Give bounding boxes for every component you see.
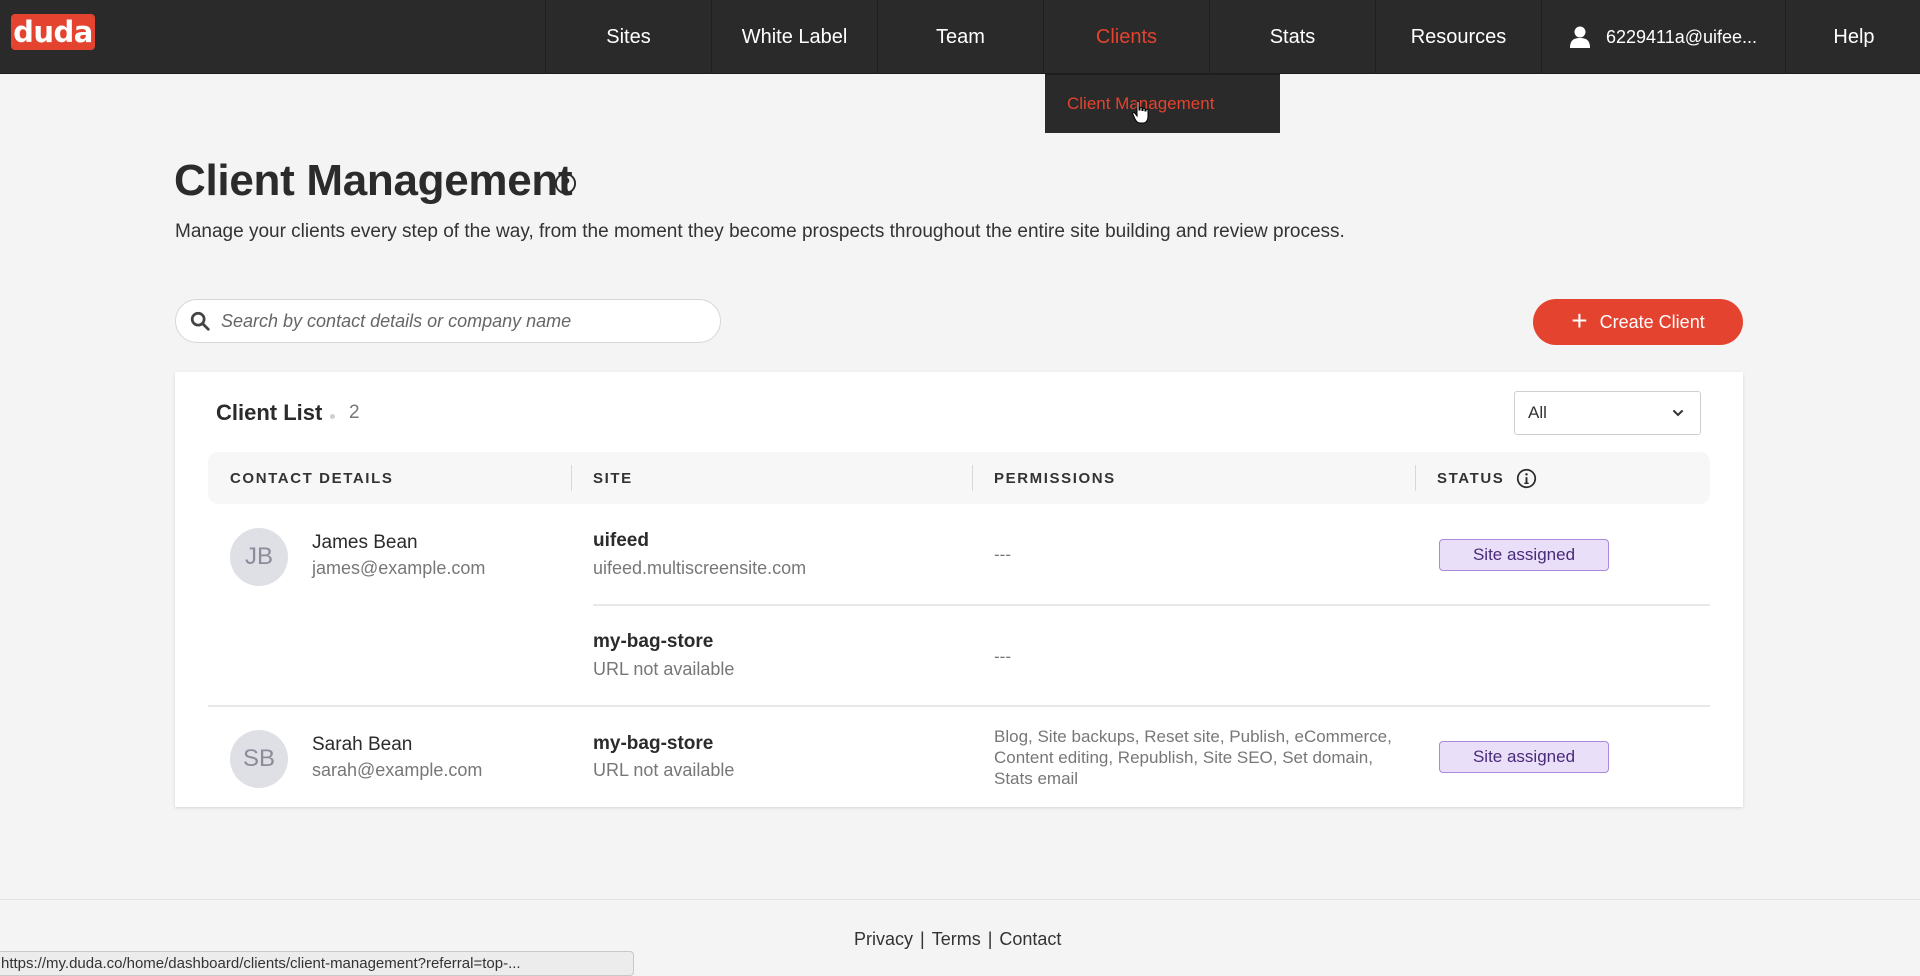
client-name: James Bean xyxy=(312,532,418,553)
nav-items: Sites White Label Team Clients Stats Res… xyxy=(545,0,1920,74)
page-subtitle: Manage your clients every step of the wa… xyxy=(175,221,1345,242)
user-icon xyxy=(1569,26,1590,48)
status-badge: Site assigned xyxy=(1439,539,1609,571)
site-permissions: Blog, Site backups, Reset site, Publish,… xyxy=(994,727,1392,788)
footer-link-privacy[interactable]: Privacy xyxy=(854,929,913,950)
client-email: james@example.com xyxy=(312,558,486,578)
footer-divider xyxy=(0,899,1920,900)
column-header-site[interactable]: SITE xyxy=(593,452,633,504)
column-header-contact-details[interactable]: CONTACT DETAILS xyxy=(230,452,393,504)
table-header: CONTACT DETAILS SITE PERMISSIONS STATUS xyxy=(208,452,1710,504)
client-list-title: Client List xyxy=(216,400,323,425)
search-icon xyxy=(190,311,210,331)
row-divider xyxy=(208,705,1710,707)
status-header-label: STATUS xyxy=(1437,469,1505,487)
site-permissions: --- xyxy=(994,647,1011,666)
avatar: SB xyxy=(230,730,288,788)
avatar: JB xyxy=(230,528,288,586)
footer-links: Privacy | Terms | Contact xyxy=(854,929,1061,950)
nav-item-white-label[interactable]: White Label xyxy=(711,0,877,74)
footer-link-contact[interactable]: Contact xyxy=(999,929,1061,950)
site-permissions: --- xyxy=(994,545,1011,564)
status-badge: Site assigned xyxy=(1439,741,1609,773)
client-list-card: Client List 2 All CONTACT DETAILS SITE P… xyxy=(175,372,1743,807)
browser-status-url: https://my.duda.co/home/dashboard/client… xyxy=(0,951,634,976)
title-separator-dot xyxy=(330,414,335,419)
client-filter-select[interactable]: All xyxy=(1514,391,1701,435)
site-url: uifeed.multiscreensite.com xyxy=(593,558,807,578)
nav-item-team[interactable]: Team xyxy=(877,0,1043,74)
site-name[interactable]: my-bag-store xyxy=(593,733,713,755)
chevron-down-icon xyxy=(1673,410,1683,417)
site-url: URL not available xyxy=(593,760,735,780)
footer-link-terms[interactable]: Terms xyxy=(932,929,981,950)
plus-icon: + xyxy=(1571,304,1588,336)
site-divider xyxy=(593,604,1710,606)
search-input[interactable] xyxy=(221,310,701,332)
client-count: 2 xyxy=(349,402,360,423)
column-divider xyxy=(972,465,973,491)
duda-logo[interactable]: duda xyxy=(11,14,95,50)
nav-item-clients[interactable]: Clients xyxy=(1043,0,1209,74)
info-icon[interactable] xyxy=(1516,468,1537,489)
top-navigation: duda Sites White Label Team Clients Stat… xyxy=(0,0,1920,74)
nav-item-help[interactable]: Help xyxy=(1785,0,1920,74)
help-circle-icon[interactable] xyxy=(554,172,577,195)
column-header-status[interactable]: STATUS xyxy=(1437,452,1537,504)
filter-selected-value: All xyxy=(1528,403,1547,422)
nav-item-sites[interactable]: Sites xyxy=(545,0,711,74)
site-name[interactable]: uifeed xyxy=(593,530,649,552)
nav-item-account[interactable]: 6229411a@uifee... xyxy=(1541,0,1785,74)
nav-item-resources[interactable]: Resources xyxy=(1375,0,1541,74)
nav-item-stats[interactable]: Stats xyxy=(1209,0,1375,74)
footer-separator: | xyxy=(987,929,993,949)
create-client-button[interactable]: + Create Client xyxy=(1533,299,1743,345)
site-name[interactable]: my-bag-store xyxy=(593,631,713,653)
create-client-label: Create Client xyxy=(1599,311,1705,332)
dropdown-item-client-management[interactable]: Client Management xyxy=(1045,74,1280,133)
search-box xyxy=(175,299,721,343)
column-divider xyxy=(1415,465,1416,491)
column-header-permissions[interactable]: PERMISSIONS xyxy=(994,452,1116,504)
site-url: URL not available xyxy=(593,659,735,679)
client-email: sarah@example.com xyxy=(312,760,483,780)
column-divider xyxy=(571,465,572,491)
account-email: 6229411a@uifee... xyxy=(1605,26,1758,47)
client-name: Sarah Bean xyxy=(312,734,413,755)
page-title: Client Management xyxy=(174,156,573,205)
footer-separator: | xyxy=(920,929,925,949)
